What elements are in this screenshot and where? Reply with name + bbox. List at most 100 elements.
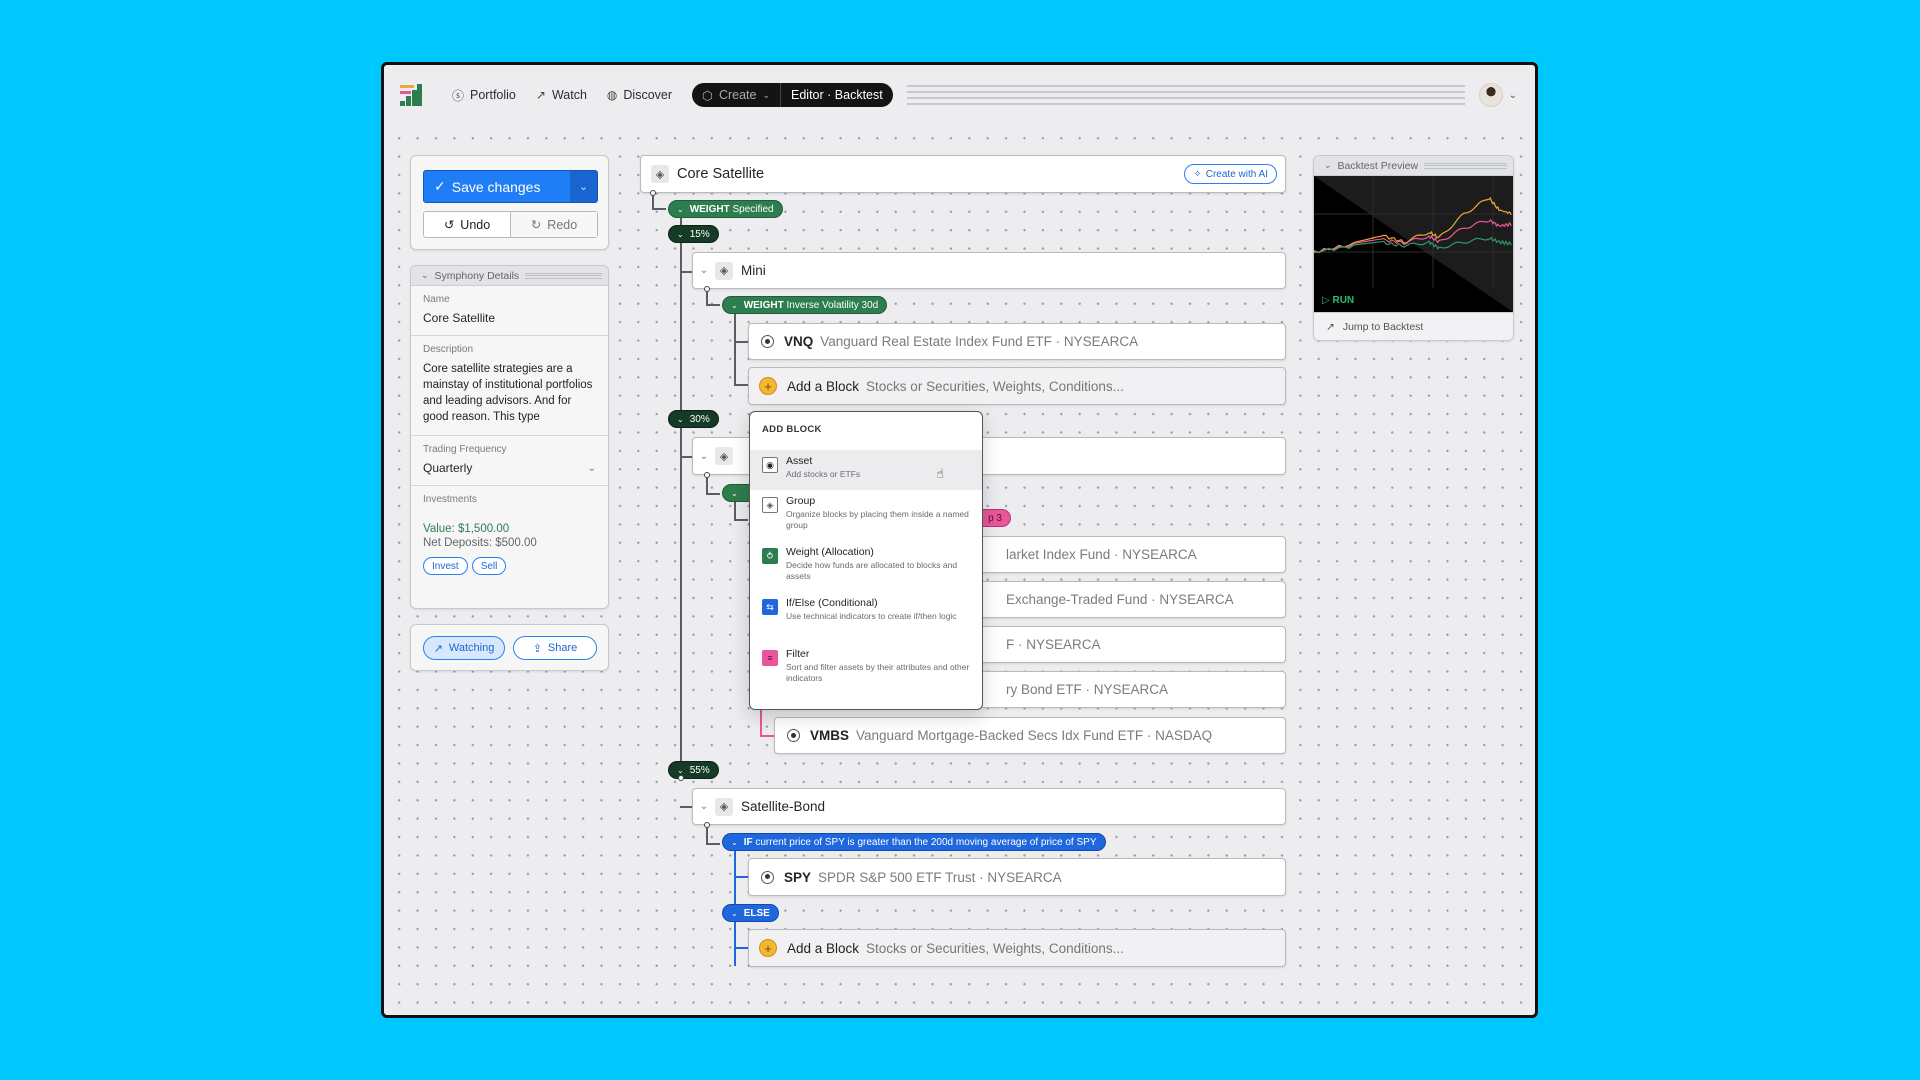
invest-button[interactable]: Invest	[423, 557, 468, 575]
menu-item-group[interactable]: ◈ Group Organize blocks by placing them i…	[750, 490, 982, 541]
trend-icon: ↗	[433, 642, 443, 655]
weight-specified-pill[interactable]: ⌄ WEIGHT Specified	[668, 200, 783, 218]
description-field[interactable]: Core satellite strategies are a mainstay…	[423, 361, 596, 425]
group-name: Satellite-Bond	[741, 799, 826, 814]
chevron-down-icon: ⌄	[731, 300, 738, 310]
else-pill[interactable]: ⌄ ELSE	[722, 904, 779, 922]
asset-card-vmbs[interactable]: VMBS Vanguard Mortgage-Backed Secs Idx F…	[774, 717, 1286, 754]
user-avatar[interactable]	[1478, 83, 1503, 107]
root-group-card[interactable]: ◈ Core Satellite ✧ Create with AI	[640, 155, 1286, 193]
asset-name: Vanguard Real Estate Index Fund ETF · NY…	[820, 334, 1139, 349]
share-button[interactable]: ⇪ Share	[513, 636, 597, 660]
connector-line	[680, 806, 692, 808]
add-block-title: Add a Block	[787, 940, 860, 956]
percent-pill-15[interactable]: ⌄ 15%	[668, 225, 719, 243]
menu-item-desc: Organize blocks by placing them inside a…	[786, 509, 969, 530]
plus-icon: +	[759, 377, 777, 395]
percent-value: 15%	[689, 228, 710, 240]
chevron-down-icon[interactable]: ⌄	[693, 801, 715, 812]
create-editor-pill: ⬡ Create ⌄ Editor · Backtest	[692, 83, 893, 107]
percent-pill-30[interactable]: ⌄ 30%	[668, 410, 719, 428]
save-options-button[interactable]: ⌄	[570, 171, 597, 202]
frequency-value: Quarterly	[423, 461, 473, 475]
drag-handle[interactable]	[1424, 162, 1507, 169]
backtest-chart[interactable]: ▷ RUN	[1314, 176, 1513, 312]
weight-inverse-volatility-pill[interactable]: ⌄ WEIGHT Inverse Volatility 30d	[722, 296, 888, 314]
layers-icon: ◈	[651, 165, 669, 183]
redo-button[interactable]: ↻ Redo	[511, 212, 597, 237]
run-button[interactable]: ▷ RUN	[1322, 295, 1354, 306]
chevron-down-icon[interactable]: ⌄	[693, 451, 715, 462]
undo-button[interactable]: ↺ Undo	[424, 212, 511, 237]
undo-redo-group: ↺ Undo ↻ Redo	[423, 211, 598, 238]
editor-backtest-tab[interactable]: Editor · Backtest	[781, 88, 893, 102]
menu-item-desc: Sort and filter assets by their attribut…	[786, 662, 970, 683]
menu-item-desc: Use technical indicators to create if/th…	[786, 611, 957, 621]
percent-pill-55[interactable]: ⌄ 55%	[668, 761, 719, 779]
menu-item-name: Filter	[786, 648, 810, 660]
arrow-forward-icon: ↗	[1326, 320, 1335, 333]
create-with-ai-button[interactable]: ✧ Create with AI	[1184, 164, 1277, 184]
globe-icon: ◍	[606, 88, 618, 102]
top-nav: ⓢ Portfolio ↗ Watch ◍ Discover ⬡ Create …	[384, 65, 1535, 125]
connector-dot	[678, 775, 684, 781]
satellite-bond-group-card[interactable]: ⌄ ◈ Satellite-Bond	[692, 788, 1286, 825]
add-block-card[interactable]: + Add a Block Stocks or Securities, Weig…	[748, 367, 1286, 405]
connector-line	[734, 947, 748, 949]
layers-icon: ◈	[715, 797, 733, 816]
name-field[interactable]: Core Satellite	[423, 311, 596, 325]
drag-handle[interactable]	[525, 272, 602, 279]
panel-title: Backtest Preview	[1337, 159, 1419, 172]
menu-item-asset[interactable]: ◉ Asset Add stocks or ETFs ☝	[750, 450, 982, 490]
check-icon: ✓	[434, 178, 446, 194]
frequency-select[interactable]: Quarterly ⌄	[423, 461, 596, 475]
filter-icon: ≡	[762, 650, 778, 666]
watching-button[interactable]: ↗ Watching	[423, 636, 505, 660]
chevron-down-icon: ⌄	[731, 837, 738, 847]
asset-name: Vanguard Mortgage-Backed Secs Idx Fund E…	[856, 728, 1213, 743]
connector-line	[706, 493, 720, 495]
asset-icon	[761, 335, 774, 348]
app-window: ⓢ Portfolio ↗ Watch ◍ Discover ⬡ Create …	[381, 62, 1538, 1018]
backtest-preview-header[interactable]: ⌄ Backtest Preview	[1314, 156, 1513, 176]
net-deposits: Net Deposits: $500.00	[423, 537, 537, 549]
jump-to-backtest-link[interactable]: ↗ Jump to Backtest	[1314, 312, 1513, 340]
chevron-down-icon[interactable]: ⌄	[693, 265, 715, 276]
sell-button[interactable]: Sell	[471, 557, 507, 575]
connector-line	[760, 709, 762, 735]
panel-title: Symphony Details	[434, 269, 520, 282]
save-button[interactable]: ✓ Save changes ⌄	[423, 170, 598, 203]
add-block-card[interactable]: + Add a Block Stocks or Securities, Weig…	[748, 929, 1286, 967]
connector-line	[652, 208, 666, 210]
if-condition-pill[interactable]: ⌄ IF current price of SPY is greater tha…	[722, 833, 1106, 851]
connector-line	[734, 384, 748, 386]
redo-label: Redo	[547, 217, 578, 232]
nav-discover-label: Discover	[623, 88, 673, 102]
menu-item-if-else[interactable]: ⇆ If/Else (Conditional) Use technical ind…	[750, 592, 982, 643]
chevron-down-icon: ⌄	[731, 908, 738, 918]
menu-item-name: If/Else (Conditional)	[786, 597, 878, 609]
menu-item-weight[interactable]: ⥁ Weight (Allocation) Decide how funds ar…	[750, 541, 982, 592]
symphony-details-header[interactable]: ⌄ Symphony Details	[411, 266, 608, 286]
trend-icon: ↗	[535, 88, 546, 102]
jump-label: Jump to Backtest	[1342, 320, 1424, 333]
nav-watch[interactable]: ↗ Watch	[536, 88, 587, 102]
asset-card-vnq[interactable]: VNQ Vanguard Real Estate Index Fund ETF …	[748, 323, 1286, 360]
name-label: Name	[423, 294, 450, 305]
asset-card-spy[interactable]: SPY SPDR S&P 500 ETF Trust · NYSEARCA	[748, 858, 1286, 896]
pill-kind: IF	[743, 836, 753, 848]
if-else-icon: ⇆	[762, 599, 778, 615]
add-block-hint: Stocks or Securities, Weights, Condition…	[866, 378, 1124, 394]
chevron-down-icon[interactable]: ⌄	[1509, 90, 1517, 101]
composer-logo[interactable]	[400, 84, 422, 106]
share-icon: ⇪	[532, 642, 542, 655]
nav-discover[interactable]: ◍ Discover	[607, 88, 672, 102]
create-menu-button[interactable]: ⬡ Create ⌄	[692, 83, 782, 107]
asset-icon	[787, 729, 800, 742]
chevron-down-icon: ⌄	[677, 229, 684, 239]
mini-group-card[interactable]: ⌄ ◈ Mini	[692, 252, 1286, 289]
redo-icon: ↻	[530, 218, 542, 232]
menu-item-filter[interactable]: ≡ Filter Sort and filter assets by their …	[750, 643, 982, 694]
nav-portfolio[interactable]: ⓢ Portfolio	[452, 87, 516, 104]
group-name: Mini	[741, 263, 766, 278]
